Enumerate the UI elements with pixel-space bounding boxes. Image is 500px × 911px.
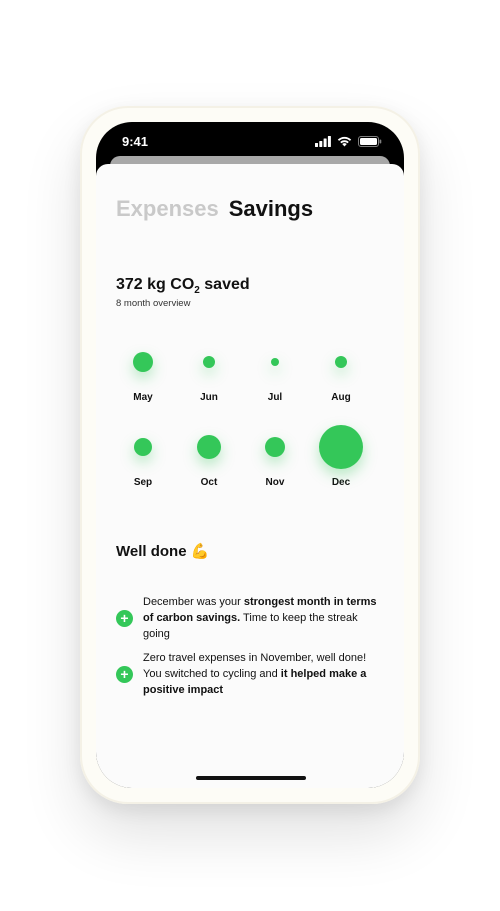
month-may[interactable]: May	[110, 334, 176, 403]
savings-dot	[319, 425, 363, 469]
month-sep[interactable]: Sep	[110, 419, 176, 488]
month-label: Sep	[133, 477, 153, 488]
phone-bezel: 9:41 Expenses Savings 372 kg CO2 saved 8…	[96, 122, 404, 788]
cellular-signal-icon	[315, 136, 331, 147]
month-label: Oct	[200, 477, 218, 488]
insight-text: December was your strongest month in ter…	[143, 594, 386, 642]
overview-subtitle: 8 month overview	[116, 298, 191, 309]
home-indicator[interactable]	[196, 776, 306, 780]
month-nov[interactable]: Nov	[242, 419, 308, 488]
savings-screen: Expenses Savings 372 kg CO2 saved 8 mont…	[96, 164, 404, 788]
month-oct[interactable]: Oct	[176, 419, 242, 488]
tab-bar: Expenses Savings	[116, 196, 313, 222]
month-label: Aug	[331, 392, 351, 403]
status-time: 9:41	[122, 134, 149, 149]
savings-dot	[203, 356, 215, 368]
month-label: Jun	[200, 392, 218, 403]
co2-saved-title: 372 kg CO2 saved	[116, 276, 250, 296]
month-aug[interactable]: Aug	[308, 334, 374, 403]
phone-frame: 9:41 Expenses Savings 372 kg CO2 saved 8…	[80, 106, 420, 804]
insight-item[interactable]: + December was your strongest month in t…	[116, 594, 386, 642]
month-dec[interactable]: Dec	[308, 419, 374, 488]
insight-text-part: December was your	[143, 596, 244, 608]
wifi-icon	[337, 136, 352, 147]
well-done-heading: Well done 💪	[116, 542, 209, 560]
tab-expenses[interactable]: Expenses	[116, 196, 219, 222]
savings-dot	[197, 435, 221, 459]
battery-icon	[358, 136, 382, 147]
flexed-biceps-icon: 💪	[190, 543, 210, 560]
monthly-savings-grid: May Jun Jul Aug Sep Oct Nov Dec	[110, 334, 390, 504]
savings-dot	[271, 358, 279, 366]
insight-text: Zero travel expenses in November, well d…	[143, 650, 386, 698]
month-label: Dec	[331, 477, 351, 488]
savings-dot	[134, 438, 152, 456]
tab-savings[interactable]: Savings	[229, 196, 313, 222]
savings-dot	[335, 356, 347, 368]
month-label: Jul	[267, 392, 283, 403]
co2-title-suffix: saved	[199, 276, 250, 293]
well-done-title: Well done	[116, 543, 187, 560]
savings-dot	[265, 437, 285, 457]
month-jun[interactable]: Jun	[176, 334, 242, 403]
insight-item[interactable]: + Zero travel expenses in November, well…	[116, 650, 386, 698]
plus-icon: +	[116, 609, 133, 627]
month-label: Nov	[265, 477, 285, 488]
month-label: May	[133, 392, 153, 403]
co2-title-prefix: 372 kg CO	[116, 276, 195, 293]
plus-icon: +	[116, 665, 133, 683]
status-icons	[315, 136, 382, 147]
month-jul[interactable]: Jul	[242, 334, 308, 403]
savings-dot	[133, 352, 153, 372]
